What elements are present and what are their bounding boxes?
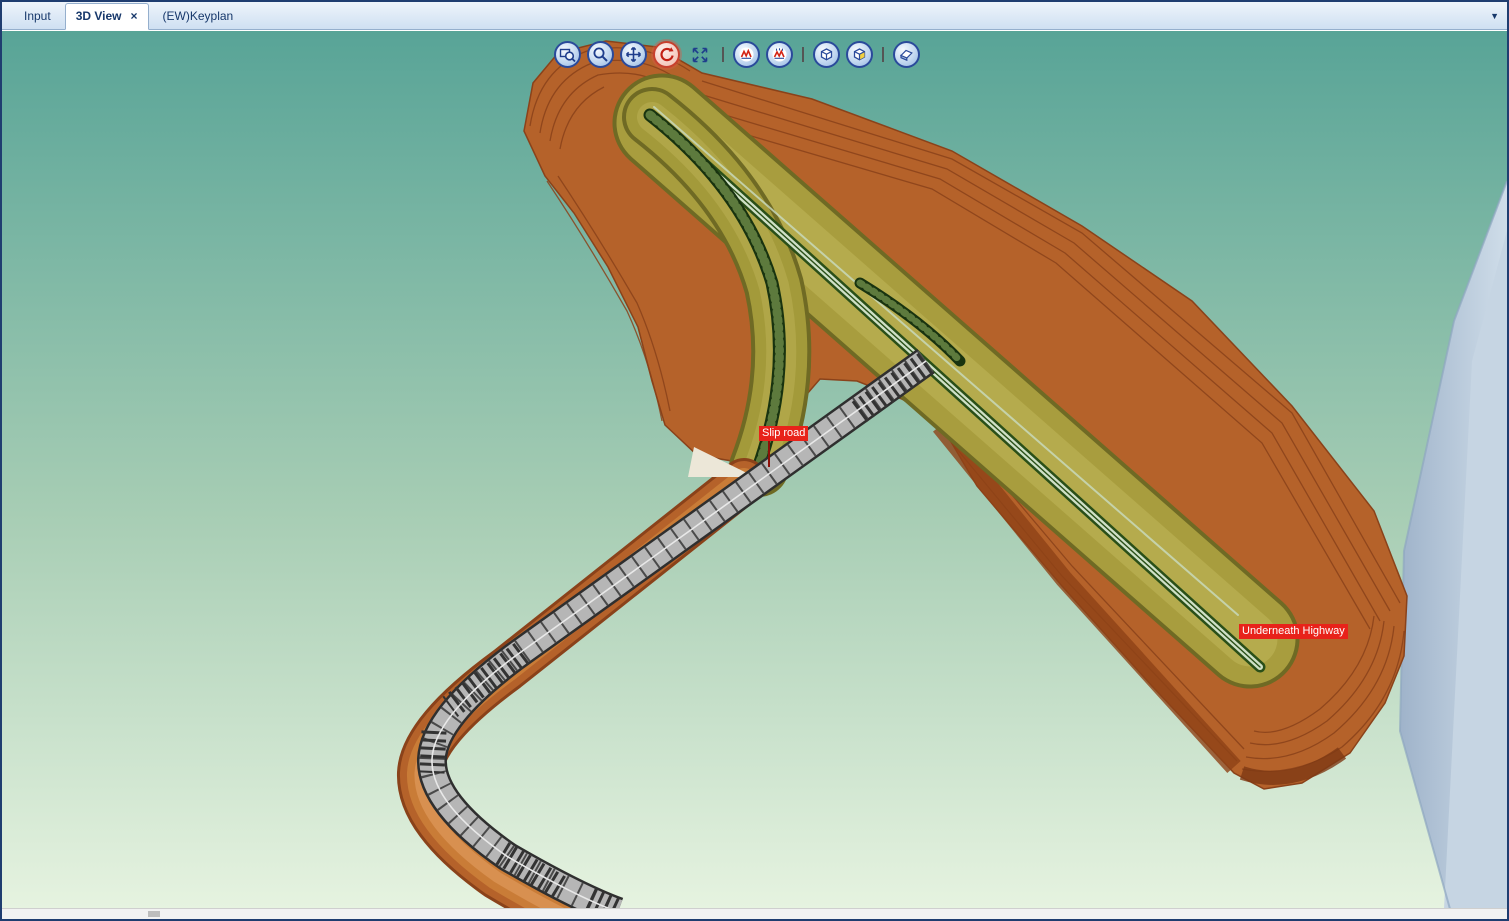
tab-input[interactable]: Input <box>10 4 65 29</box>
box-wireframe-icon <box>820 48 833 61</box>
tab-overflow-icon[interactable]: ▼ <box>1490 11 1499 21</box>
tab-ew-keyplan-label: (EW)Keyplan <box>162 9 234 23</box>
tab-strip: Input 3D View × (EW)Keyplan ▼ <box>2 2 1507 30</box>
rotate-button[interactable] <box>653 41 680 68</box>
tab-ew-keyplan[interactable]: (EW)Keyplan <box>149 4 248 29</box>
scrollbar-thumb[interactable] <box>148 911 160 917</box>
zoom-icon <box>593 47 608 62</box>
app-window: Input 3D View × (EW)Keyplan ▼ Slip road … <box>0 0 1509 921</box>
pan-icon <box>625 46 642 63</box>
box-shaded-view-button[interactable] <box>846 41 873 68</box>
zoom-window-icon <box>559 48 576 63</box>
tab-input-label: Input <box>24 9 51 23</box>
rotate-icon <box>660 47 674 62</box>
close-tab-icon[interactable]: × <box>131 9 138 23</box>
box-shaded-icon <box>853 48 866 61</box>
viewport-3d[interactable]: Slip road Underneath Highway <box>2 31 1507 909</box>
toolbar-separator <box>882 47 884 62</box>
zoom-window-button[interactable] <box>554 41 581 68</box>
slip-road-label: Slip road <box>759 426 809 467</box>
settlement-plot-2-icon <box>772 47 787 62</box>
settlement-plot-1-button[interactable] <box>733 41 760 68</box>
settlement-plot-2-button[interactable] <box>766 41 793 68</box>
tab-3d-view[interactable]: 3D View × <box>64 3 149 30</box>
zoom-extents-button[interactable] <box>686 41 713 68</box>
toolbar-separator <box>722 47 724 62</box>
zoom-extents-icon <box>692 47 707 62</box>
toolbar-separator <box>802 47 804 62</box>
view-toolbar <box>554 41 920 68</box>
bottom-scrollbar <box>2 908 1507 919</box>
underneath-highway-label: Underneath Highway <box>1239 624 1348 639</box>
settlement-plot-1-icon <box>739 47 754 62</box>
box-wireframe-view-button[interactable] <box>813 41 840 68</box>
3d-scene[interactable] <box>2 31 1507 909</box>
zoom-button[interactable] <box>587 41 614 68</box>
tab-3d-view-label: 3D View <box>75 9 122 23</box>
eraser-button[interactable] <box>893 41 920 68</box>
eraser-icon <box>899 49 913 62</box>
pan-button[interactable] <box>620 41 647 68</box>
